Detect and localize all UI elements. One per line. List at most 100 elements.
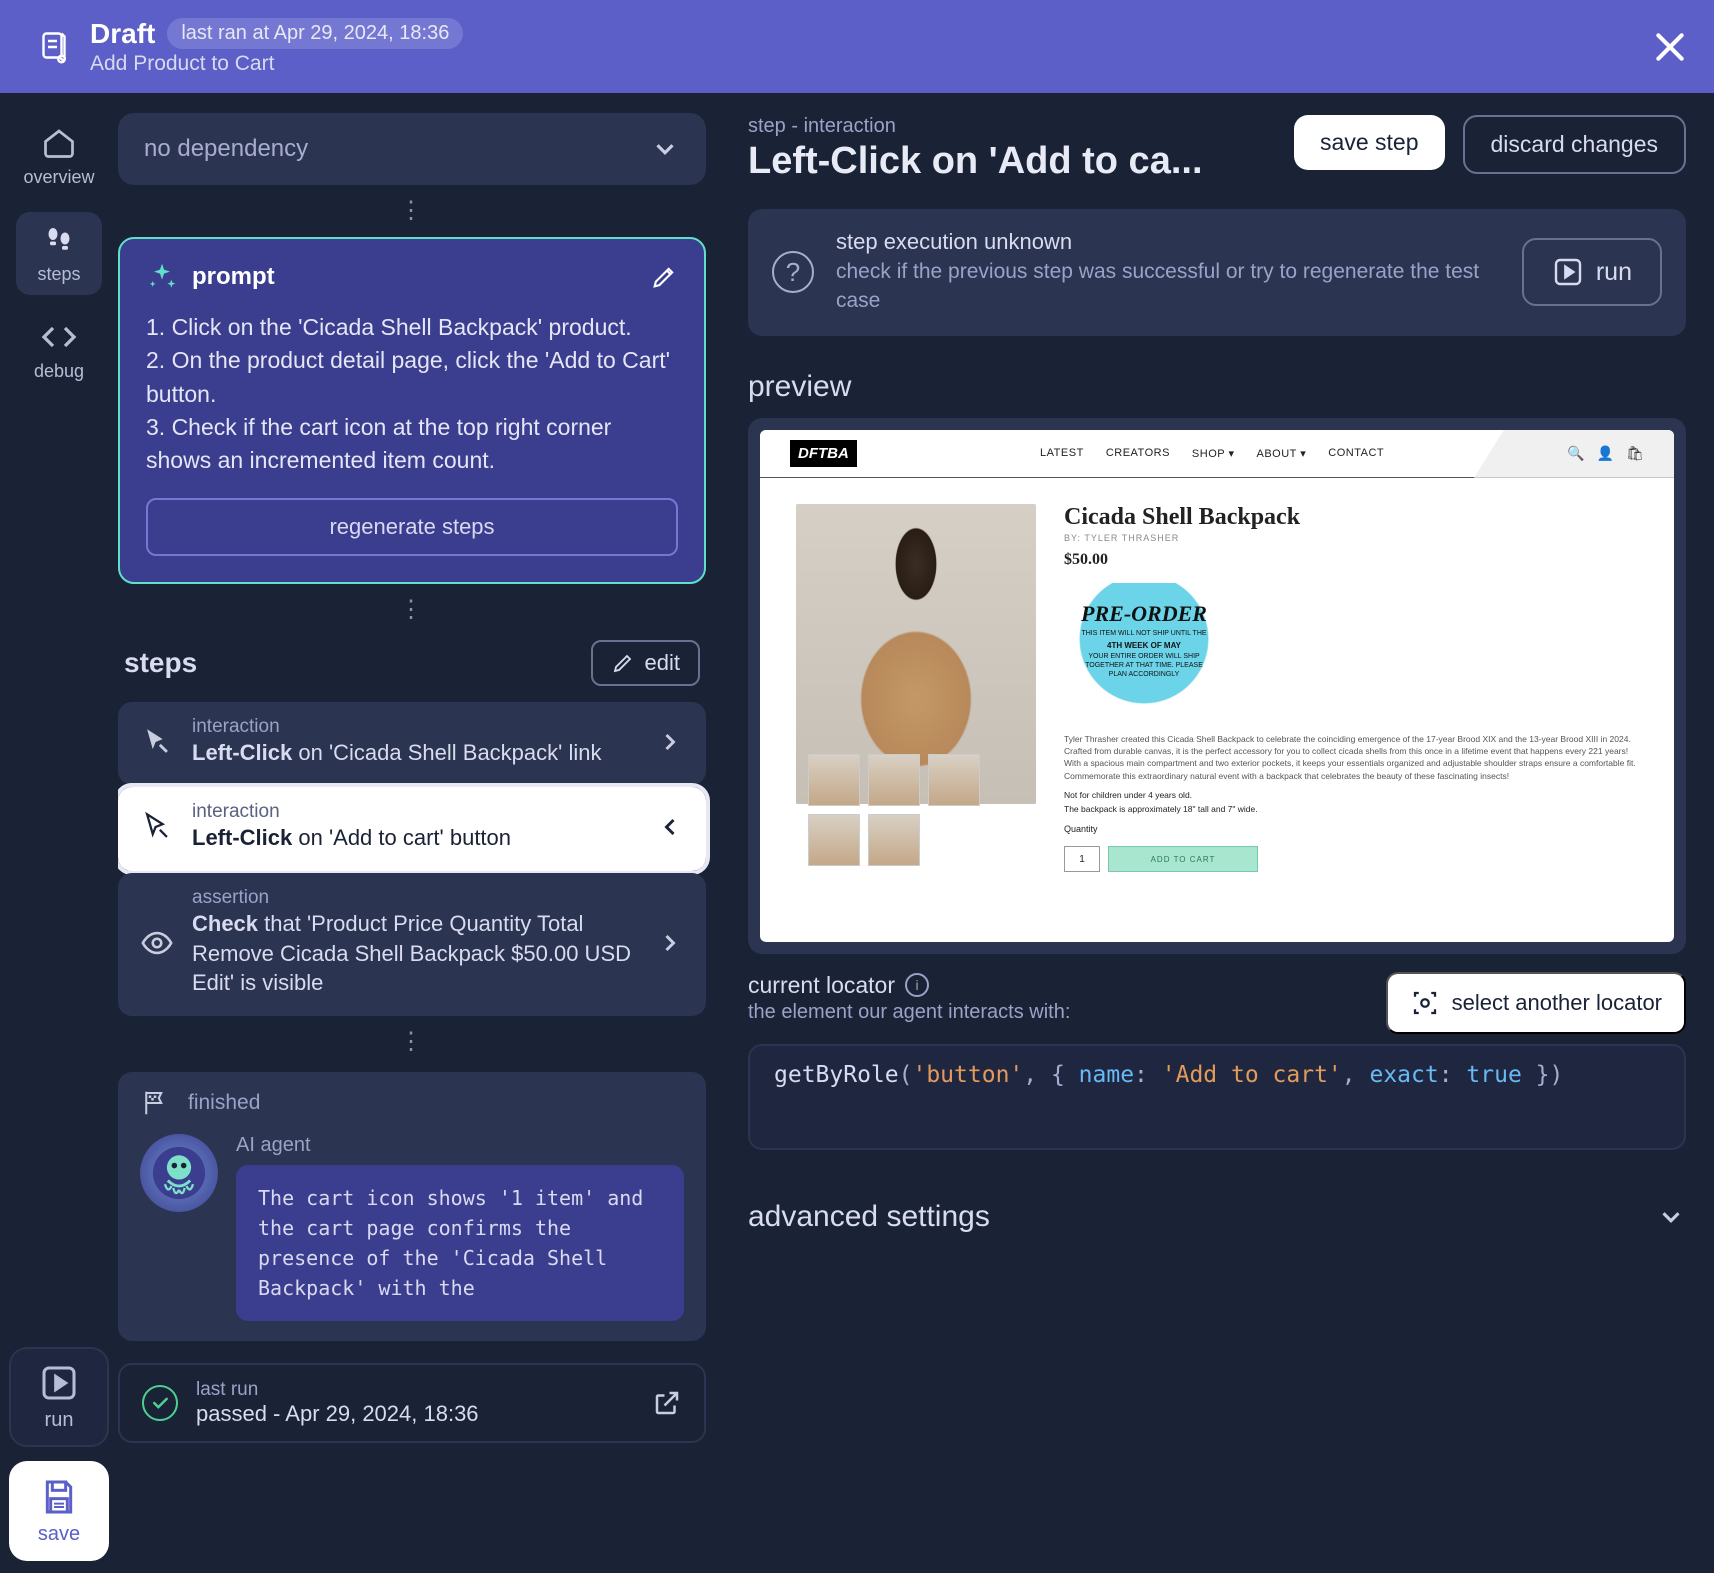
step-kind: interaction	[192, 801, 638, 823]
play-icon	[1552, 256, 1584, 288]
rail-debug[interactable]: debug	[16, 309, 102, 392]
save-icon	[39, 1477, 79, 1517]
site-nav: LATEST CREATORS SHOP ▾ ABOUT ▾ CONTACT	[875, 447, 1550, 460]
question-icon: ?	[772, 251, 814, 293]
site-toolbar: 🔍 👤 🛍	[1567, 445, 1644, 462]
chevron-right-icon	[656, 728, 684, 756]
step-item-3[interactable]: assertion Check that 'Product Price Quan…	[118, 873, 706, 1016]
execution-status-banner: ? step execution unknown check if the pr…	[748, 209, 1686, 336]
rail-overview-label: overview	[23, 167, 94, 188]
last-run-text: passed - Apr 29, 2024, 18:36	[196, 1401, 634, 1427]
document-icon	[36, 29, 72, 65]
select-another-locator-button[interactable]: select another locator	[1386, 972, 1686, 1034]
add-to-cart-highlight: ADD TO CART	[1108, 846, 1258, 872]
select-locator-label: select another locator	[1452, 990, 1662, 1016]
exec-status-title: step execution unknown	[836, 229, 1500, 255]
eye-icon	[140, 926, 174, 960]
preview-frame: DFTBA LATEST CREATORS SHOP ▾ ABOUT ▾ CON…	[748, 418, 1686, 954]
flag-icon	[140, 1088, 170, 1118]
advanced-settings-toggle[interactable]: advanced settings	[748, 1200, 1686, 1254]
run-label: run	[45, 1409, 74, 1432]
chevron-right-icon	[656, 929, 684, 957]
nav-item: SHOP ▾	[1192, 447, 1235, 460]
locator-sub: the element our agent interacts with:	[748, 1001, 1366, 1024]
nav-item: CREATORS	[1106, 447, 1170, 460]
cart-icon: 🛍	[1626, 445, 1644, 462]
step-desc: Left-Click on 'Add to cart' button	[192, 823, 638, 853]
preview-heading: preview	[748, 370, 1686, 404]
agent-message: The cart icon shows '1 item' and the car…	[236, 1165, 684, 1321]
last-run-card[interactable]: last run passed - Apr 29, 2024, 18:36	[118, 1363, 706, 1443]
preorder-line: YOUR ENTIRE ORDER WILL SHIP TOGETHER AT …	[1078, 652, 1210, 679]
last-ran-badge: last ran at Apr 29, 2024, 18:36	[167, 18, 463, 49]
cursor-icon	[140, 810, 174, 844]
run-label: run	[1596, 258, 1632, 287]
thumb	[868, 814, 920, 866]
search-icon: 🔍	[1567, 445, 1584, 462]
chevron-down-icon	[1656, 1202, 1686, 1232]
run-step-button[interactable]: run	[1522, 238, 1662, 306]
divider-dots: ⋮	[118, 195, 706, 227]
rail-steps-label: steps	[37, 264, 80, 285]
rail-overview[interactable]: overview	[16, 115, 102, 198]
last-run-label: last run	[196, 1379, 634, 1401]
left-rail: overview steps debug run save	[0, 93, 118, 1573]
user-icon: 👤	[1597, 445, 1614, 462]
info-icon[interactable]: i	[905, 973, 929, 997]
product-note: Not for children under 4 years old.	[1064, 790, 1638, 800]
edit-prompt-icon[interactable]	[650, 263, 678, 291]
nav-item: CONTACT	[1328, 447, 1384, 460]
step-desc: Check that 'Product Price Quantity Total…	[192, 909, 638, 998]
nav-item: LATEST	[1040, 447, 1084, 460]
save-step-button[interactable]: save step	[1294, 115, 1444, 170]
site-logo: DFTBA	[790, 440, 857, 467]
check-icon	[142, 1385, 178, 1421]
steps-heading: steps	[124, 647, 197, 679]
product-price: $50.00	[1064, 551, 1638, 569]
thumb	[808, 814, 860, 866]
home-icon	[41, 125, 77, 161]
dependency-select[interactable]: no dependency	[118, 113, 706, 185]
step-kind: assertion	[192, 887, 638, 909]
product-thumbnails	[808, 754, 1008, 866]
product-desc: Tyler Thrasher created this Cicada Shell…	[1064, 733, 1638, 782]
step-item-2[interactable]: interaction Left-Click on 'Add to cart' …	[118, 787, 706, 871]
discard-changes-button[interactable]: discard changes	[1463, 115, 1687, 174]
thumb	[868, 754, 920, 806]
divider-dots: ⋮	[118, 1026, 706, 1058]
agent-avatar	[140, 1134, 218, 1212]
dependency-value: no dependency	[144, 135, 308, 163]
product-title: Cicada Shell Backpack	[1064, 504, 1638, 531]
footsteps-icon	[41, 222, 77, 258]
save-all-button[interactable]: save	[9, 1461, 109, 1561]
step-desc: Left-Click on 'Cicada Shell Backpack' li…	[192, 738, 638, 768]
sparkle-icon	[146, 261, 178, 293]
edit-steps-button[interactable]: edit	[591, 640, 700, 686]
prompt-card: prompt 1. Click on the 'Cicada Shell Bac…	[118, 237, 706, 584]
preorder-line: THIS ITEM WILL NOT SHIP UNTIL THE	[1078, 629, 1210, 638]
site-preview: DFTBA LATEST CREATORS SHOP ▾ ABOUT ▾ CON…	[760, 430, 1674, 942]
test-name: Add Product to Cart	[90, 52, 1632, 76]
external-link-icon[interactable]	[652, 1388, 682, 1418]
preorder-title: PRE-ORDER	[1078, 601, 1210, 627]
locator-code[interactable]: getByRole('button', { name: 'Add to cart…	[748, 1044, 1686, 1150]
breadcrumb: step - interaction	[748, 115, 1276, 138]
rail-steps[interactable]: steps	[16, 212, 102, 295]
regenerate-steps-button[interactable]: regenerate steps	[146, 498, 678, 556]
rail-debug-label: debug	[34, 361, 84, 382]
agent-result-card: finished AI agent The cart icon shows '1…	[118, 1072, 706, 1341]
middle-column: no dependency ⋮ prompt 1. Click on the '…	[118, 93, 722, 1573]
draft-title: Draft	[90, 18, 155, 50]
nav-item: ABOUT ▾	[1256, 447, 1306, 460]
locator-heading: current locator i	[748, 972, 1366, 999]
step-kind: interaction	[192, 716, 638, 738]
run-all-button[interactable]: run	[9, 1347, 109, 1447]
thumb	[808, 754, 860, 806]
app-header: Draft last ran at Apr 29, 2024, 18:36 Ad…	[0, 0, 1714, 93]
divider-dots: ⋮	[118, 594, 706, 626]
close-icon[interactable]	[1650, 27, 1690, 67]
advanced-settings-label: advanced settings	[748, 1200, 990, 1234]
step-item-1[interactable]: interaction Left-Click on 'Cicada Shell …	[118, 702, 706, 786]
preorder-badge: PRE-ORDER THIS ITEM WILL NOT SHIP UNTIL …	[1064, 583, 1224, 723]
finished-label: finished	[188, 1091, 260, 1115]
